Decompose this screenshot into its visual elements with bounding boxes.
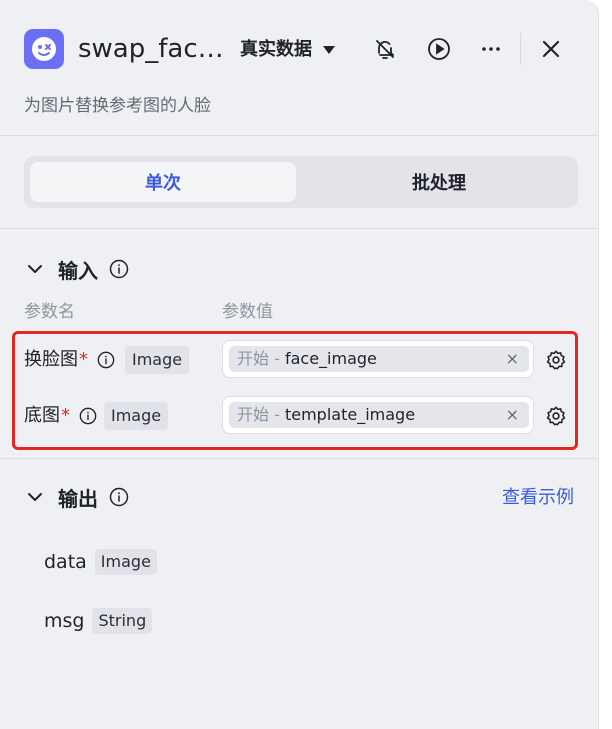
clear-icon[interactable]: × xyxy=(506,346,519,372)
divider xyxy=(0,135,598,136)
chip-prefix: 开始 - xyxy=(237,405,280,424)
output-name: msg xyxy=(44,610,85,632)
param-name-column-header: 参数名 xyxy=(24,302,75,322)
app-logo-icon xyxy=(24,29,64,69)
chevron-down-icon[interactable] xyxy=(24,258,46,280)
output-section-header[interactable]: 输出 xyxy=(24,482,130,512)
gear-icon[interactable] xyxy=(544,348,568,372)
play-circle-icon[interactable] xyxy=(426,36,452,62)
reference-chip[interactable]: 开始 - face_image × xyxy=(229,346,529,372)
reference-chip[interactable]: 开始 - template_image × xyxy=(229,402,529,428)
param-label: 底图 * xyxy=(24,403,98,429)
info-icon[interactable] xyxy=(96,350,116,370)
chip-value: face_image xyxy=(284,349,377,368)
type-tag: Image xyxy=(125,346,190,374)
param-name: 底图 xyxy=(24,405,60,426)
header-divider xyxy=(520,33,521,65)
mode-tabs: 单次 批处理 xyxy=(24,156,578,208)
more-icon[interactable] xyxy=(478,36,504,62)
param-row-template-image: 底图 * Image 开始 - template_image × xyxy=(24,396,580,436)
data-mode-dropdown[interactable]: 真实数据 xyxy=(240,36,336,64)
output-item: data Image xyxy=(44,547,157,577)
chip-value: template_image xyxy=(284,405,416,424)
param-name: 换脸图 xyxy=(24,349,78,370)
tab-batch[interactable]: 批处理 xyxy=(306,162,572,202)
node-title: swap_fac… xyxy=(78,34,224,64)
panel-header: swap_fac… 真实数据 为图片替换参考图的人脸 xyxy=(0,0,598,116)
gear-icon[interactable] xyxy=(544,404,568,428)
dropdown-caret-icon xyxy=(323,46,335,54)
info-icon[interactable] xyxy=(78,406,98,426)
chip-prefix: 开始 - xyxy=(237,349,280,368)
close-icon[interactable] xyxy=(538,36,564,62)
param-label: 换脸图 * xyxy=(24,347,116,373)
param-value-column-header: 参数值 xyxy=(222,302,273,322)
type-tag: Image xyxy=(94,549,157,575)
type-tag: String xyxy=(92,608,153,634)
node-description: 为图片替换参考图的人脸 xyxy=(24,96,211,116)
input-section-title: 输入 xyxy=(58,258,98,283)
view-example-link[interactable]: 查看示例 xyxy=(502,484,574,512)
bell-off-icon[interactable] xyxy=(372,36,398,62)
chevron-down-icon[interactable] xyxy=(24,486,46,508)
output-name: data xyxy=(44,551,87,573)
divider xyxy=(0,458,598,459)
type-tag: Image xyxy=(104,402,169,430)
clear-icon[interactable]: × xyxy=(506,402,519,428)
output-item: msg String xyxy=(44,606,153,636)
info-icon[interactable] xyxy=(108,486,130,508)
output-section-title: 输出 xyxy=(58,486,98,511)
node-panel: swap_fac… 真实数据 为图片替换参考图的人脸 单次 批处理 输入 参数名… xyxy=(0,0,599,729)
divider xyxy=(0,228,598,229)
data-mode-label: 真实数据 xyxy=(240,39,312,60)
required-marker: * xyxy=(61,405,70,426)
param-value-input[interactable]: 开始 - face_image × xyxy=(222,340,534,378)
input-section-header[interactable]: 输入 xyxy=(24,254,130,284)
required-marker: * xyxy=(79,349,88,370)
tab-single[interactable]: 单次 xyxy=(30,162,296,202)
info-icon[interactable] xyxy=(108,258,130,280)
param-value-input[interactable]: 开始 - template_image × xyxy=(222,396,534,434)
param-row-face-image: 换脸图 * Image 开始 - face_image × xyxy=(24,340,580,380)
